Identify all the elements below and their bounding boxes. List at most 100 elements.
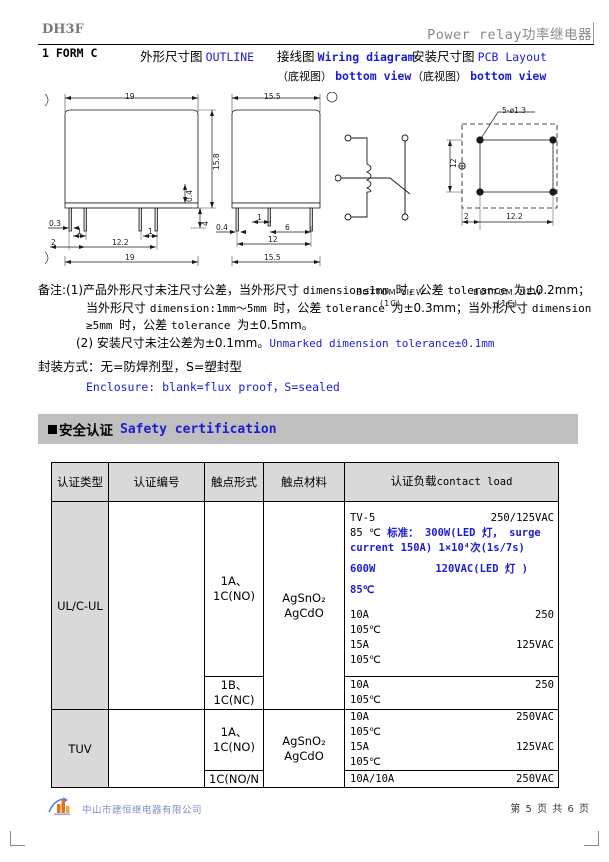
side-view-drawing — [216, 92, 338, 266]
pcb-label-en: PCB Layout — [477, 50, 547, 64]
material-line-2: AgCdO — [284, 748, 324, 763]
th-cert-type: 认证类型 — [51, 462, 109, 502]
cell-contact-form-tuv-b: 1C(NO/N — [204, 770, 264, 788]
note-1-l2-d: tolerance — [325, 301, 392, 315]
dim-front-bottom-width: 19 — [125, 253, 135, 262]
outline-label: 外形尺寸图 OUTLINE — [140, 46, 254, 65]
load-right: 250/125VAC — [490, 511, 554, 524]
cell-cert-type-ul: UL/C-UL — [51, 501, 109, 710]
cell-load-tuv-a: 10A 250VAC 105℃ 15A 125VAC 105℃ — [344, 709, 559, 771]
note-line-4: (2) 安装尺寸未注公差为±0.1mm。Unmarked dimension t… — [38, 335, 600, 353]
load-row-mixed: 85 ℃ 标准： 300W(LED 灯， surge — [345, 526, 558, 541]
material-line-1: AgSnO₂ — [282, 590, 326, 605]
dim-front-pin-height: 4 — [201, 221, 210, 226]
dim-front-sub-height: 0.4 — [185, 190, 194, 202]
dim-pcb-hole-label: 5-ø1.3 — [502, 106, 526, 115]
datasheet-page: DH3F Power relay功率继电器 1 FORM C 外形尺寸图 OUT… — [0, 0, 609, 862]
load-right: 125VAC — [516, 638, 554, 651]
page-footer: 中山市建恒继电器有限公司 第 5 页 共 6 页 — [38, 796, 594, 822]
load-temp: 105℃ — [350, 623, 381, 636]
load-row: 10A 250VAC — [345, 710, 558, 725]
load-left: TV-5 — [350, 511, 376, 524]
load-right: 250 — [535, 679, 554, 691]
pcb-label-cn: 安装尺寸图 — [412, 49, 475, 64]
load-row-600w: 600W 120VAC(LED 灯 ) — [345, 562, 558, 577]
dim-front-edge: 2 — [51, 238, 56, 247]
load-left: 15A — [350, 638, 369, 651]
load-surge-line: current 150A) 1×10⁴次(1s/7s) — [350, 541, 525, 554]
load-600w-right: 120VAC(LED 灯 ) — [435, 562, 528, 575]
load-85c-line: 85℃ — [350, 583, 375, 596]
th-contact-form: 触点形式 — [204, 462, 264, 502]
cell-load-ul-b: 10A 250 105℃ — [344, 676, 559, 710]
dim-side-pin-thickness: 0.4 — [216, 223, 228, 232]
corner-mark-bottom-left — [10, 831, 25, 846]
load-row: TV-5 250/125VAC — [345, 511, 558, 526]
load-row: 10A 250 — [345, 678, 558, 693]
cell-material-tuv: AgSnO₂ AgCdO — [263, 709, 345, 788]
dim-side-top-width: 15.5 — [264, 92, 281, 101]
note-1-l3-d: 为±0.5mm。 — [237, 318, 314, 332]
load-right: 250 — [535, 608, 554, 621]
contact-form-line-1: 1A、 — [220, 574, 248, 588]
note-2-cn: 安装尺寸未注公差为±0.1mm。 — [96, 335, 270, 350]
th-contact-material: 触点材料 — [263, 462, 345, 502]
page-number: 第 5 页 共 6 页 — [510, 804, 590, 815]
load-row: 15A 125VAC — [345, 638, 558, 653]
th-cert-number: 认证编号 — [108, 462, 205, 502]
cell-cert-number-tuv — [108, 709, 205, 788]
cell-contact-form-tuv-a: 1A、 1C(NO) — [204, 709, 264, 771]
dim-side-span: 12 — [268, 235, 278, 244]
load-standard-cn: 标准： — [387, 526, 419, 539]
note-1-text-a: 产品外形尺寸未注尺寸公差，当外形尺寸 — [83, 283, 303, 297]
note-1-l3-c: tolerance — [170, 319, 238, 332]
table-row: UL/C-UL 1A、 1C(NO) AgSnO₂ AgCdO TV-5 250… — [51, 501, 559, 710]
contact-form-line-1: 1B、 — [220, 678, 248, 692]
dimension-drawings: 19 15.8 0.4 4 0.3 2 1 1 12.2 19 15.5 0.4… — [40, 92, 596, 308]
model-name: DH3F — [42, 22, 84, 37]
contact-form-line-2: 1C(NC) — [213, 693, 255, 707]
table-header-row: 认证类型 认证编号 触点形式 触点材料 认证负载contact load — [51, 462, 559, 502]
wiring-diagram-drawing — [335, 134, 411, 221]
dim-front-span: 12.2 — [112, 238, 129, 247]
company-logo-icon — [48, 797, 70, 816]
load-temp: 105℃ — [350, 694, 381, 706]
pcb-bottomview-cn: （底视图） — [412, 70, 467, 83]
contact-form-line-1: 1A、 — [220, 725, 248, 739]
note-1-l2-a: 当外形尺寸 — [86, 300, 150, 315]
bullet-square-icon — [48, 424, 57, 434]
wiring-bottomview-cn: （底视图） — [277, 70, 332, 83]
wiring-bottomview-label: （底视图） bottom view — [277, 68, 411, 84]
pcb-layout-drawing — [446, 111, 558, 230]
pcb-bottomview-en: bottom view — [470, 69, 547, 83]
wiring-bottomview-en: bottom view — [335, 69, 412, 83]
load-left: 10A/10A — [350, 772, 395, 785]
corner-mark-bottom-right — [584, 831, 599, 846]
dim-side-pitch: 1 — [257, 213, 262, 222]
cell-contact-form-ul-a: 1A、 1C(NO) — [204, 501, 264, 677]
cell-load-ul-a: TV-5 250/125VAC 85 ℃ 标准： 300W(LED 灯， sur… — [344, 501, 559, 677]
load-temp: 105℃ — [350, 726, 381, 738]
dim-front-pitch-a: 1 — [77, 227, 82, 236]
enclosure-block: 封装方式：无=防焊剂型，S=塑封型 Enclosure: blank=flux … — [38, 356, 340, 396]
material-line-2: AgCdO — [284, 605, 324, 620]
notes-block: 备注:(1)产品外形尺寸未注尺寸公差，当外形尺寸 dimension≤1mm 时… — [38, 282, 600, 352]
cell-material-ul: AgSnO₂ AgCdO — [263, 501, 345, 710]
note-1-l2-c: 时，公差 — [273, 300, 326, 315]
note-1-l3-b: 时，公差 — [119, 318, 171, 332]
load-row: 10A 250 — [345, 608, 558, 623]
enclosure-cn: 封装方式：无=防焊剂型，S=塑封型 — [38, 359, 242, 374]
pcb-bottomview-label: （底视图） bottom view — [412, 68, 546, 84]
wiring-label-en: Wiring diagram — [317, 50, 415, 64]
cell-cert-type-tuv: TUV — [51, 709, 109, 788]
material-line-1: AgSnO₂ — [282, 733, 326, 748]
outline-label-cn: 外形尺寸图 — [140, 49, 203, 64]
cell-cert-number-ul — [108, 501, 205, 710]
wiring-label: 接线图 Wiring diagram — [277, 46, 415, 65]
notes-label: 备注: — [38, 283, 67, 297]
load-temp: 105℃ — [350, 756, 381, 768]
dim-side-gap: 6 — [285, 223, 290, 232]
dim-front-top-width: 19 — [125, 92, 135, 101]
load-row: 10A/10A 250VAC — [345, 772, 558, 787]
